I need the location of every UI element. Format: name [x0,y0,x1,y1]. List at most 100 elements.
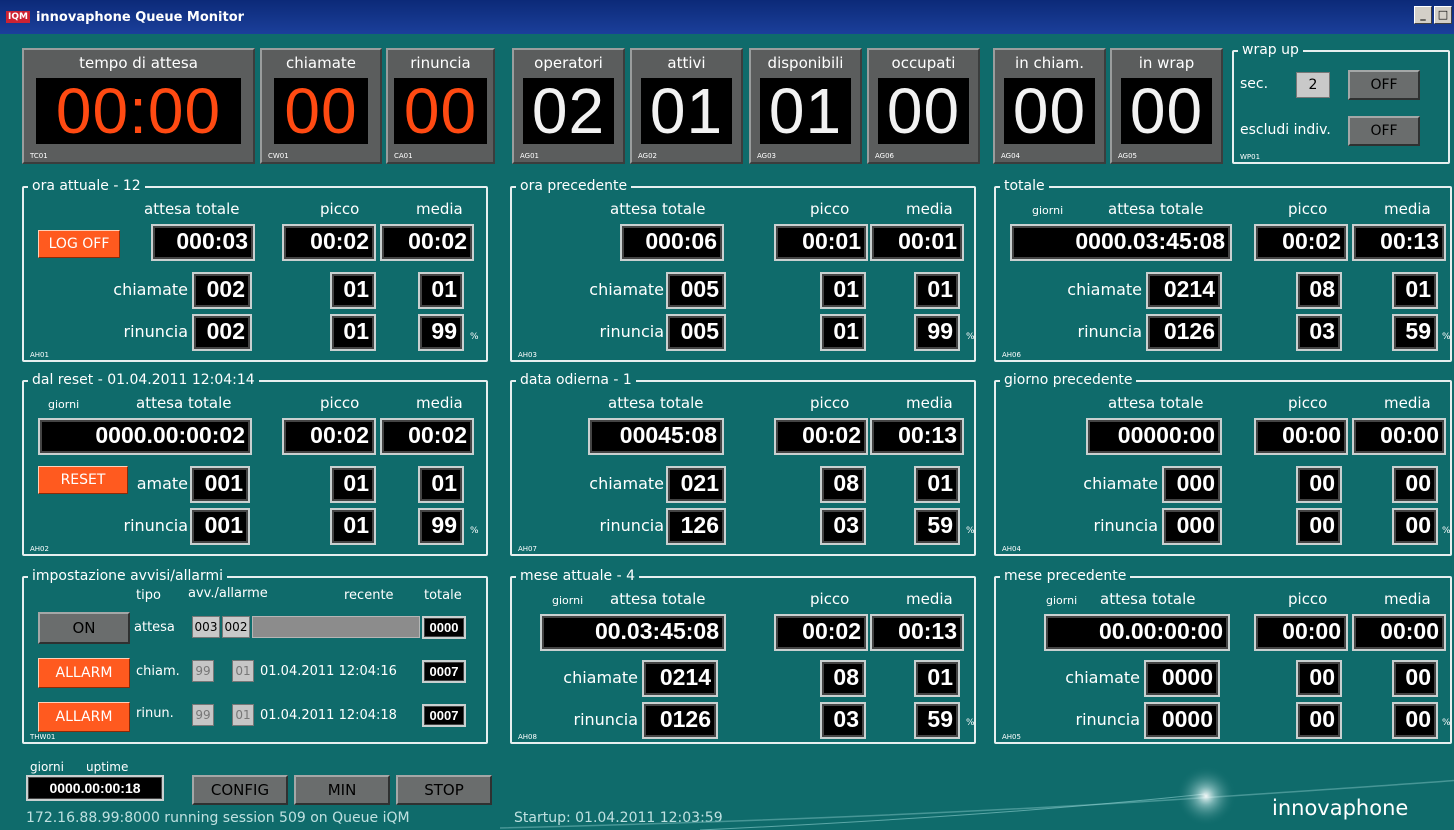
attesa-media-value: 00:13 [870,614,964,651]
rinun-recente-date: 01.04.2011 12:04:18 [260,708,397,723]
wrap-off-button[interactable]: OFF [1348,70,1420,100]
tile-label: rinuncia [410,54,471,72]
panel-title: impostazione avvisi/allarmi [28,568,227,584]
header-attesa-totale: attesa totale [610,590,706,608]
rinuncia-value: 001 [190,508,250,545]
tile-code: TC01 [30,152,48,160]
rinuncia-media-value: 99 [418,314,464,351]
chiamate-media-value: 00 [1392,466,1438,503]
chiamate-media-value: 01 [418,466,464,503]
escludi-indiv-label: escludi indiv. [1240,122,1331,138]
percent-sign: % [966,526,975,536]
rinun-allarm-button[interactable]: ALLARM [38,702,130,732]
rinun-allarme-input[interactable]: 01 [232,704,254,726]
panel-title: giorno precedente [1000,372,1137,388]
panel-code: AH03 [518,351,537,359]
rinuncia-picco-value: 01 [330,508,376,545]
header-picco: picco [810,394,850,412]
panel-title: mese precedente [1000,568,1131,584]
rinuncia-media-value: 59 [914,702,960,739]
chiam-allarm-button[interactable]: ALLARM [38,658,130,688]
chiam-avviso-input[interactable]: 99 [192,660,214,682]
rinun-totale-count: 0007 [422,704,466,727]
title-bar: IQM innovaphone Queue Monitor _ □ [0,0,1454,34]
panel-code: AH05 [1002,733,1021,741]
min-button[interactable]: MIN [294,775,390,805]
maximize-button[interactable]: □ [1434,6,1452,24]
tile-tempo-di-attesa: tempo di attesa 00:00 TC01 [22,48,255,164]
panel-title: dal reset - 01.04.2011 12:04:14 [28,372,259,388]
panel-dal-reset: dal reset - 01.04.2011 12:04:14 giorni a… [22,372,488,556]
panel-mese-attuale: mese attuale - 4 giorni attesa totale pi… [510,568,976,744]
chiamate-label: chiamate [1067,280,1142,299]
header-attesa-totale: attesa totale [610,200,706,218]
giorni-label: giorni [48,398,80,411]
header-media: media [1384,590,1431,608]
reset-button[interactable]: RESET [38,466,128,494]
attesa-picco-value: 00:02 [282,224,376,261]
rinuncia-media-value: 59 [1392,314,1438,351]
chiamate-label: chiamate [113,280,188,299]
escludi-off-button[interactable]: OFF [1348,116,1420,146]
chiam-label: chiam. [136,664,180,679]
wrap-seconds-input[interactable]: 2 [1296,72,1330,98]
group-code: WP01 [1240,153,1261,161]
panel-ora-precedente: ora precedente attesa totale picco media… [510,178,976,362]
giorni-label: giorni [1032,204,1064,217]
panel-code: AH04 [1002,545,1021,553]
tile-code: AG01 [520,152,539,160]
panel-giorno-precedente: giorno precedente attesa totale picco me… [994,372,1452,556]
in-chiam-display: 00 [1004,78,1095,144]
rinun-avviso-input[interactable]: 99 [192,704,214,726]
rinun-label: rinun. [136,706,174,721]
chiam-totale-count: 0007 [422,660,466,683]
uptime-giorni-label: giorni [30,760,64,774]
rinuncia-label: rinuncia [1077,322,1143,341]
chiam-allarme-input[interactable]: 01 [232,660,254,682]
chiamate-picco-value: 00 [1296,660,1342,697]
chiamate-picco-value: 00 [1296,466,1342,503]
rinuncia-label: rinuncia [123,516,189,535]
stop-button[interactable]: STOP [396,775,492,805]
in-wrap-display: 00 [1121,78,1212,144]
header-media: media [906,200,953,218]
log-off-button[interactable]: LOG OFF [38,230,120,258]
attesa-avviso-input[interactable]: 003 [192,616,220,638]
giorni-label: giorni [1046,594,1078,607]
header-attesa-totale: attesa totale [144,200,240,218]
chiamate-picco-value: 08 [1296,272,1342,309]
minimize-button[interactable]: _ [1414,6,1432,24]
header-attesa-totale: attesa totale [1108,200,1204,218]
tile-in-wrap: in wrap 00 AG05 [1110,48,1223,164]
chiam-recente-date: 01.04.2011 12:04:16 [260,664,397,679]
chiamate-label: chiamate [589,280,664,299]
attesa-totale-value: 0000.00:00:02 [38,418,252,455]
rinuncia-value: 000 [1162,508,1222,545]
chiamate-display: 00 [274,78,368,144]
attesa-media-value: 00:02 [380,418,474,455]
chiamate-picco-value: 08 [820,466,866,503]
panel-data-odierna: data odierna - 1 attesa totale picco med… [510,372,976,556]
chiamate-media-value: 01 [418,272,464,309]
config-button[interactable]: CONFIG [192,775,288,805]
attesa-picco-value: 00:00 [1254,614,1348,651]
header-picco: picco [810,200,850,218]
rinuncia-value: 005 [666,314,726,351]
attesa-allarme-input[interactable]: 002 [222,616,250,638]
rinuncia-value: 002 [192,314,252,351]
chiamate-value: 001 [190,466,250,503]
percent-sign: % [470,526,479,536]
rinuncia-picco-value: 03 [820,702,866,739]
attesa-on-button[interactable]: ON [38,612,130,644]
chiamate-value: 021 [666,466,726,503]
sec-label: sec. [1240,76,1269,92]
chiamate-value: 000 [1162,466,1222,503]
attesa-totale-value: 00000:00 [1086,418,1222,455]
chiamate-media-value: 01 [914,272,960,309]
tile-operatori: operatori 02 AG01 [512,48,625,164]
attesa-picco-value: 00:01 [774,224,868,261]
rinuncia-label: rinuncia [599,516,665,535]
rinuncia-picco-value: 03 [1296,314,1342,351]
disponibili-display: 01 [760,78,851,144]
tile-chiamate: chiamate 00 CW01 [260,48,382,164]
